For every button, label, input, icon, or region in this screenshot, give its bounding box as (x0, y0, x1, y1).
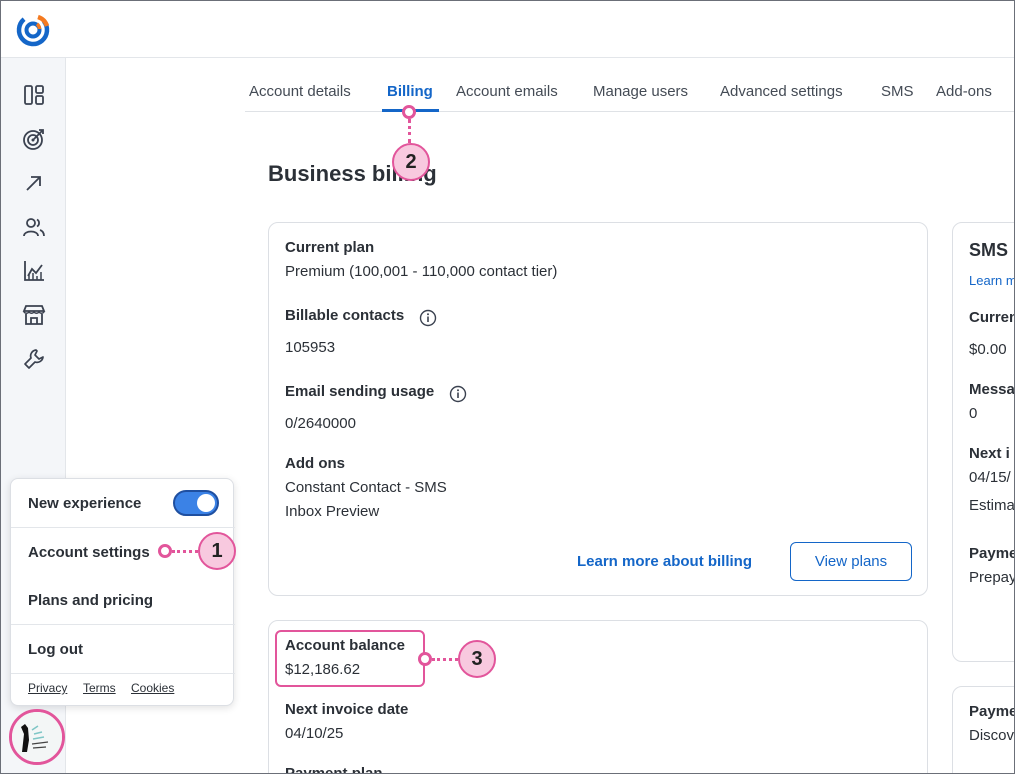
reporting-chart-icon[interactable] (21, 258, 47, 284)
callout-connector (432, 658, 458, 661)
menu-account-settings[interactable]: Account settings (28, 544, 150, 561)
tab-account-details[interactable]: Account details (249, 83, 351, 100)
user-avatar[interactable] (9, 709, 65, 765)
tab-sms[interactable]: SMS (881, 83, 914, 100)
sms-messages-label: Messa (969, 381, 1015, 398)
sms-learn-link[interactable]: Learn m (969, 273, 1014, 288)
new-experience-toggle[interactable] (173, 490, 219, 516)
toggle-knob (197, 494, 215, 512)
cookies-link[interactable]: Cookies (131, 681, 174, 695)
sms-messages-value: 0 (969, 405, 978, 422)
sms-card: SMS Learn m Curren $0.00 Messa 0 Next i … (952, 222, 1015, 662)
payment-card: Payme Discov (952, 686, 1015, 773)
info-icon[interactable] (419, 309, 437, 327)
menu-divider (11, 527, 235, 528)
app-window: Account details Billing Account emails M… (0, 0, 1015, 774)
dashboard-icon[interactable] (21, 82, 47, 108)
sms-next-label: Next i (969, 445, 1010, 462)
menu-log-out[interactable]: Log out (28, 641, 83, 658)
tab-billing[interactable]: Billing (387, 83, 433, 100)
sms-payment-value: Prepay (969, 569, 1015, 586)
sms-estimate: Estima (969, 497, 1015, 514)
sms-payment-label: Payme (969, 545, 1015, 562)
menu-divider (11, 673, 235, 674)
payment-card-value: Discov (969, 727, 1015, 744)
sms-next-value: 04/15/ (969, 469, 1011, 486)
contacts-icon[interactable] (21, 214, 47, 240)
add-on-item: Inbox Preview (285, 503, 380, 520)
view-plans-button[interactable]: View plans (790, 542, 912, 581)
wrench-icon[interactable] (21, 346, 47, 372)
email-usage-value: 0/2640000 (285, 415, 356, 432)
constant-contact-logo[interactable] (16, 13, 50, 47)
top-bar (1, 1, 1014, 58)
menu-plans-pricing[interactable]: Plans and pricing (28, 592, 153, 609)
current-plan-value: Premium (100,001 - 110,000 contact tier) (285, 263, 558, 280)
info-icon[interactable] (449, 385, 467, 403)
email-usage-label: Email sending usage (285, 383, 435, 400)
add-ons-label: Add ons (285, 455, 345, 472)
callout-3: 3 (458, 640, 496, 678)
avatar-image (12, 712, 62, 762)
sms-current-label: Curren (969, 309, 1015, 326)
current-plan-label: Current plan (285, 239, 375, 256)
account-tabs: Account details Billing Account emails M… (245, 75, 1014, 112)
sms-current-value: $0.00 (969, 341, 1007, 358)
next-invoice-value: 04/10/25 (285, 725, 344, 742)
billable-contacts-value: 105953 (285, 339, 336, 356)
billable-contacts-label: Billable contacts (285, 307, 405, 324)
tab-advanced-settings[interactable]: Advanced settings (720, 83, 843, 100)
store-icon[interactable] (21, 302, 47, 328)
sms-card-title: SMS (969, 240, 1009, 260)
payment-card-label: Payme (969, 703, 1015, 720)
account-balance-highlight (275, 630, 425, 687)
privacy-link[interactable]: Privacy (28, 681, 67, 695)
tab-add-ons[interactable]: Add-ons (936, 83, 992, 100)
callout-anchor (158, 544, 172, 558)
callout-2: 2 (392, 143, 430, 181)
callout-anchor (418, 652, 432, 666)
tab-manage-users[interactable]: Manage users (593, 83, 688, 100)
menu-divider (11, 624, 235, 625)
learn-more-billing-link[interactable]: Learn more about billing (577, 553, 752, 570)
terms-link[interactable]: Terms (83, 681, 116, 695)
campaigns-target-icon[interactable] (21, 126, 47, 152)
tab-account-emails[interactable]: Account emails (456, 83, 558, 100)
next-invoice-label: Next invoice date (285, 701, 409, 718)
arrow-up-right-icon[interactable] (21, 170, 47, 196)
callout-1: 1 (198, 532, 236, 570)
plan-card: Current plan Premium (100,001 - 110,000 … (268, 222, 928, 596)
new-experience-label: New experience (28, 495, 142, 512)
payment-plan-label: Payment plan (285, 765, 383, 774)
add-on-item: Constant Contact - SMS (285, 479, 447, 496)
callout-connector (172, 550, 198, 553)
callout-anchor (402, 105, 416, 119)
callout-connector (408, 119, 411, 143)
account-menu: New experience Account settings Plans an… (10, 478, 235, 706)
